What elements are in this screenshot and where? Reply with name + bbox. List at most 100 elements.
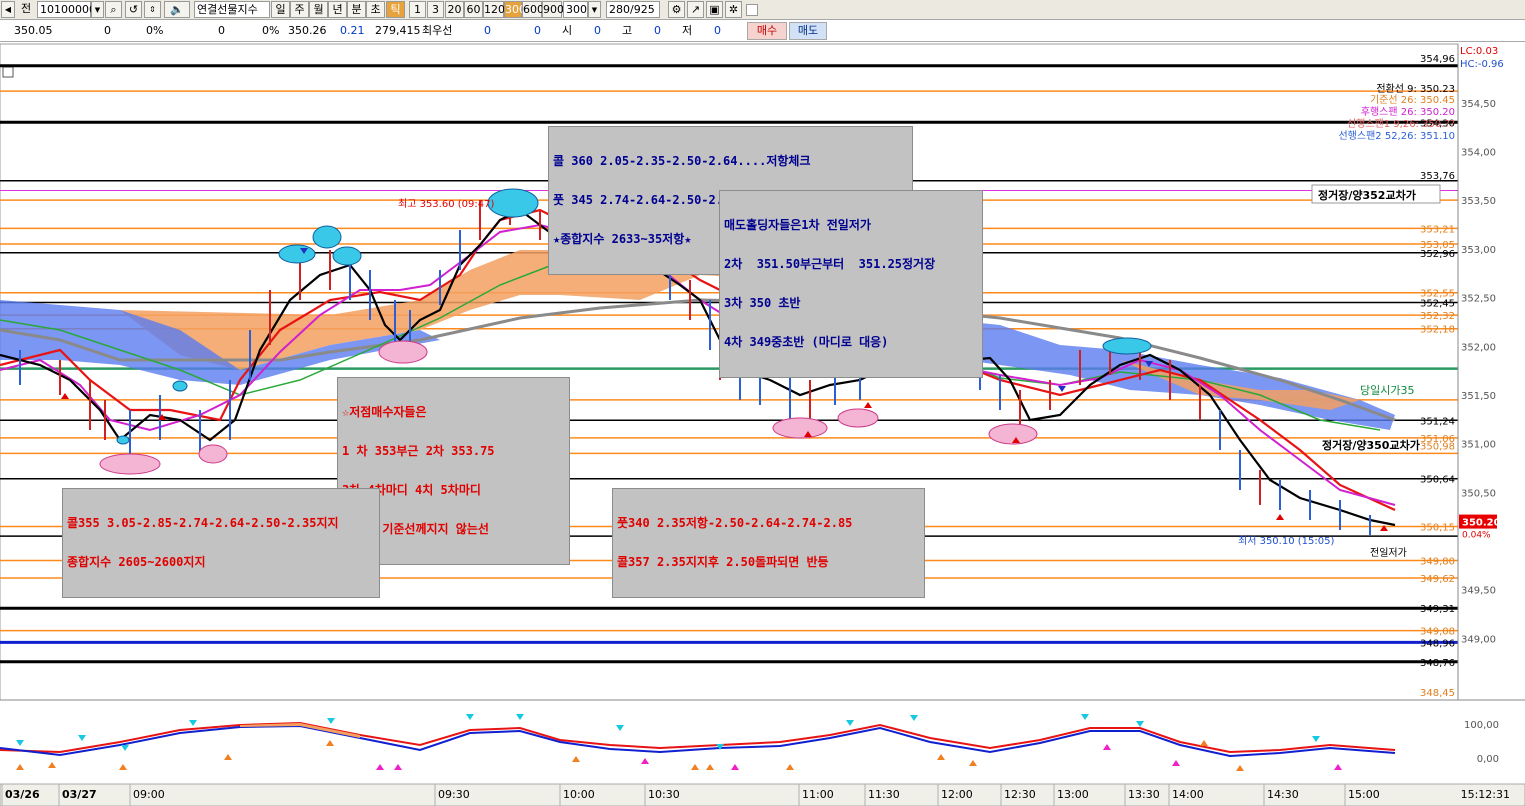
highlight-ellipse xyxy=(116,435,130,445)
interval-dropdown-button[interactable]: ▼ xyxy=(588,1,601,18)
y-axis-tick: 350,98 xyxy=(1420,442,1455,453)
sell-button[interactable]: 매도 xyxy=(789,22,827,40)
y-axis-tick: 351,50 xyxy=(1461,391,1496,402)
annotation-line: 1 차 353부근 2차 353.75 xyxy=(342,444,495,458)
y-axis-tick: 348,96 xyxy=(1420,638,1455,649)
y-axis-tick: 350,50 xyxy=(1461,488,1496,499)
interval-120[interactable]: 120 xyxy=(483,1,505,18)
osc-orange-arrow xyxy=(119,764,127,770)
interval-60[interactable]: 60 xyxy=(464,1,483,18)
osc-cyan-arrow xyxy=(516,714,524,720)
highlight-ellipse xyxy=(312,225,342,249)
y-axis-tick: 351,00 xyxy=(1461,440,1496,451)
high-label: 고 xyxy=(622,24,633,37)
highlight-ellipse xyxy=(332,246,362,266)
indicator-icon[interactable]: ↗ xyxy=(687,1,704,18)
lc-label: LC:0.03 xyxy=(1460,46,1498,57)
settings-icon[interactable]: ✲ xyxy=(725,1,742,18)
osc-cyan-arrow xyxy=(1312,736,1320,742)
highlight-ellipse xyxy=(988,423,1038,445)
save-icon[interactable]: ▣ xyxy=(706,1,723,18)
prev-low-label: 전일저가 xyxy=(1370,547,1407,559)
interval-900[interactable]: 900 xyxy=(542,1,564,18)
speaker-icon[interactable]: 🔈 xyxy=(164,1,190,18)
indicator-legend: 선행스팬1 9,26: 350.?? xyxy=(1347,118,1455,130)
osc-orange-arrow xyxy=(969,760,977,766)
quote-bar: 350.05 0 0% 0 0% 350.26 0.21 279,415 최우선… xyxy=(0,20,1525,42)
tab-week[interactable]: 주 xyxy=(290,1,309,18)
y-axis-tick: 350,15 xyxy=(1420,522,1455,533)
x-axis-tick: 03/27 xyxy=(62,788,97,801)
best-b: 0 xyxy=(534,24,541,37)
y-axis-tick: 349,80 xyxy=(1420,557,1455,568)
refresh-icon[interactable]: ↺ xyxy=(125,1,142,18)
x-axis-tick: 15:00 xyxy=(1348,788,1380,801)
tab-minute[interactable]: 분 xyxy=(347,1,366,18)
annotation-line: ☆저점매수자들은 xyxy=(342,405,427,419)
oscillator-pane: 100,00 0,00 xyxy=(0,699,1525,771)
osc-pink-arrow xyxy=(1172,760,1180,766)
highlight-ellipse xyxy=(99,453,161,475)
osc-pink-arrow xyxy=(1103,744,1111,750)
interval-20[interactable]: 20 xyxy=(445,1,464,18)
y-axis-tick: 353,76 xyxy=(1420,171,1455,182)
tab-day[interactable]: 일 xyxy=(271,1,290,18)
osc-orange-arrow xyxy=(937,754,945,760)
code-input[interactable]: 10100000 xyxy=(37,1,96,18)
annotation-line: 콜355 3.05-2.85-2.74-2.64-2.50-2.35지지 xyxy=(67,516,339,530)
annotation-line: 3차 350 초반 xyxy=(724,296,801,310)
interval-300[interactable]: 300 xyxy=(504,1,526,18)
clock-label: 15:12:31 xyxy=(1461,788,1510,801)
x-axis-tick: 11:30 xyxy=(868,788,900,801)
osc-pink-arrow xyxy=(394,764,402,770)
interval-600[interactable]: 600 xyxy=(522,1,544,18)
tab-month[interactable]: 월 xyxy=(309,1,328,18)
osc-cyan-arrow xyxy=(1081,714,1089,720)
osc-cyan-arrow xyxy=(910,715,918,721)
quote-field-2: 0 xyxy=(104,24,111,37)
tab-tick[interactable]: 틱 xyxy=(386,1,405,18)
y-axis-tick: 349,62 xyxy=(1420,574,1455,585)
quote-field-4: 0 xyxy=(218,24,225,37)
x-axis-tick: 11:00 xyxy=(802,788,834,801)
osc-cyan-arrow xyxy=(327,718,335,724)
highlight-ellipse xyxy=(278,244,316,264)
instrument-field[interactable]: 연결선물지수 xyxy=(194,1,270,18)
highlight-ellipse xyxy=(378,340,428,364)
interval-1[interactable]: 1 xyxy=(409,1,426,18)
annotation-line: 콜357 2.35지지후 2.50돌파되면 반등 xyxy=(617,555,829,569)
indicator-legend: 선행스팬2 52,26: 351.10 xyxy=(1338,130,1455,142)
annotation-sell-box: 매도홀딩자들은1차 전일저가 2차 351.50부근부터 351.25정거장 3… xyxy=(719,190,983,378)
y-axis-tick: 349,50 xyxy=(1461,586,1496,597)
annotation-line: 콜 360 2.05-2.35-2.50-2.64....저항체크 xyxy=(553,154,811,168)
osc-orange-arrow xyxy=(706,764,714,770)
low-label: 저 xyxy=(682,24,693,37)
price-chart[interactable]: 354,96 354,50 354,30 354,00 353,76 353,50 353,… xyxy=(0,42,1525,806)
chart-tool-icon[interactable]: ⚙ xyxy=(668,1,685,18)
osc-orange-arrow xyxy=(224,754,232,760)
y-axis-tick: 353,00 xyxy=(1461,245,1496,256)
annotation-line: 2차 351.50부근부터 351.25정거장 xyxy=(724,257,936,271)
highlight-ellipse xyxy=(198,444,228,464)
code-dropdown-button[interactable]: ▼ xyxy=(91,1,104,18)
tab-second[interactable]: 초 xyxy=(366,1,385,18)
buy-button[interactable]: 매수 xyxy=(747,22,787,40)
tab-year[interactable]: 년 xyxy=(328,1,347,18)
osc-cyan-arrow xyxy=(466,714,474,720)
prev-screen-button[interactable]: ◀ xyxy=(1,1,15,18)
spin-icon[interactable]: ⇕ xyxy=(144,1,161,18)
search-icon[interactable]: ⌕ xyxy=(105,1,122,18)
osc-pink-arrow xyxy=(641,758,649,764)
y-axis-tick: 354,00 xyxy=(1461,147,1496,158)
interval-3[interactable]: 3 xyxy=(427,1,444,18)
interval-select[interactable]: 300 xyxy=(563,1,588,18)
option-checkbox[interactable] xyxy=(746,4,758,16)
count-field[interactable]: 280/925 xyxy=(606,1,660,18)
low-value: 0 xyxy=(714,24,721,37)
open-label: 시 xyxy=(562,24,573,37)
osc-orange-arrow xyxy=(1200,740,1208,746)
x-axis-tick: 12:00 xyxy=(941,788,973,801)
y-axis-tick: 352,50 xyxy=(1461,294,1496,305)
hc-label: HC:-0.96 xyxy=(1460,59,1504,70)
y-axis-tick: 352,32 xyxy=(1420,311,1455,322)
